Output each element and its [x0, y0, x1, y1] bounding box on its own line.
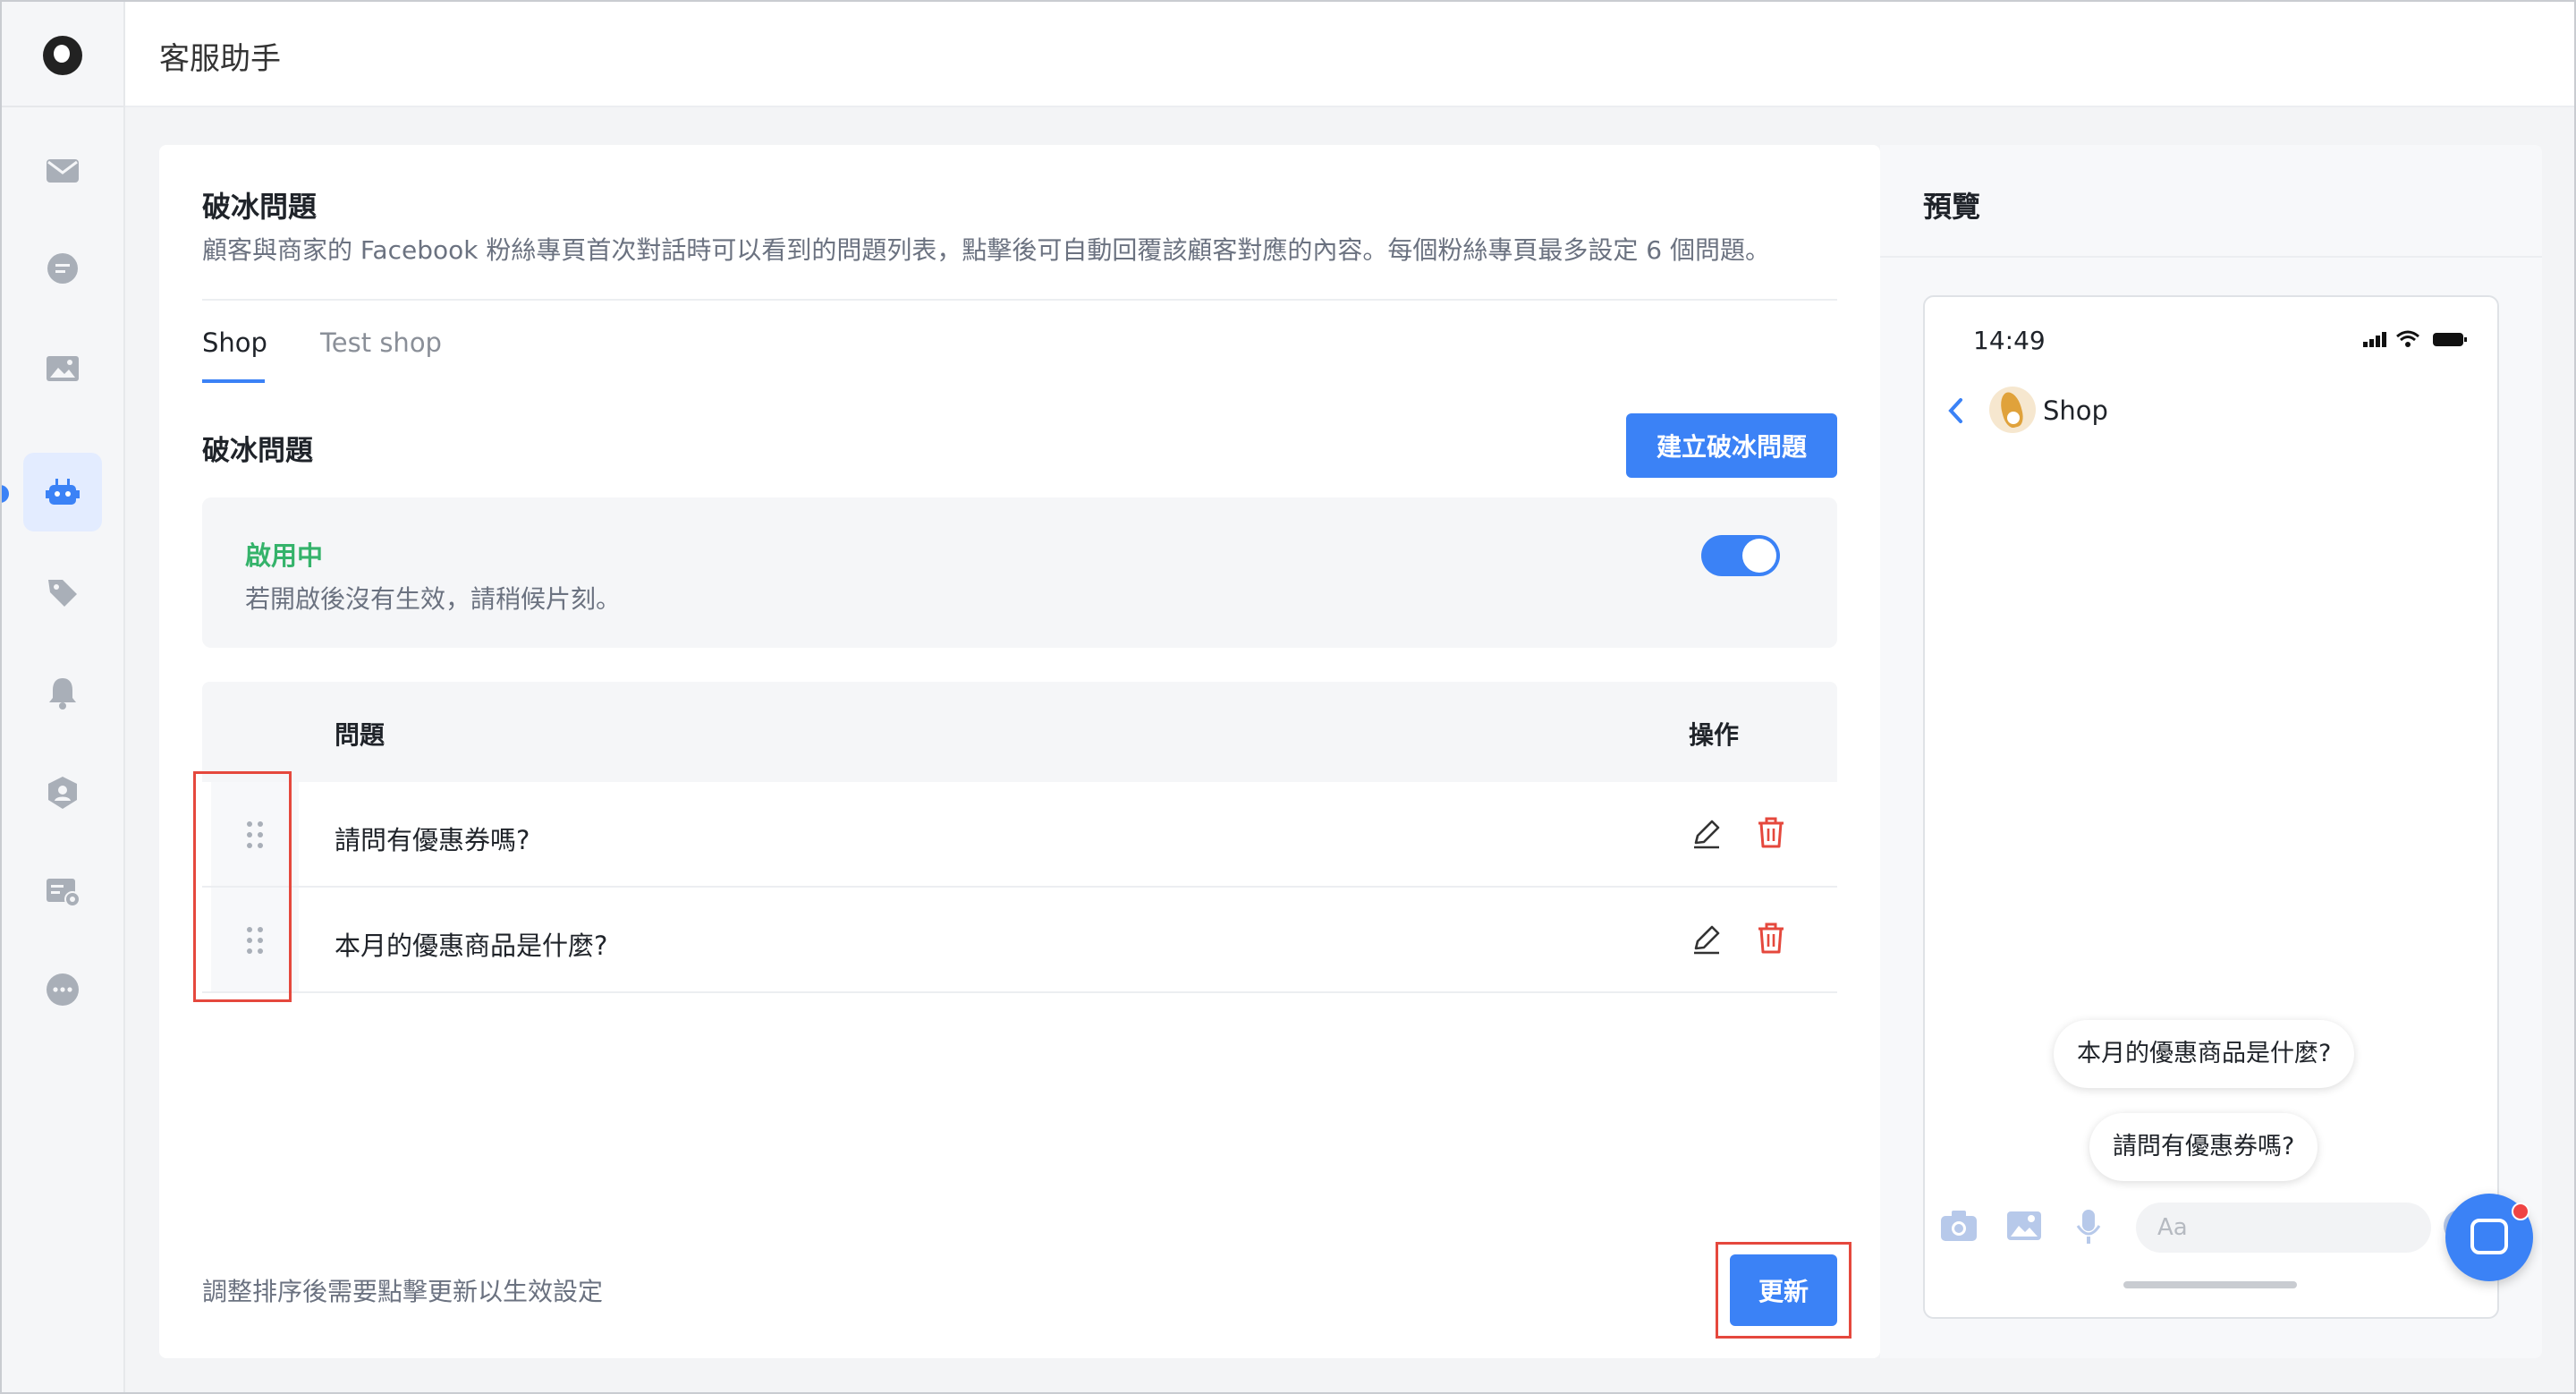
home-indicator [2123, 1281, 2297, 1288]
update-button-highlight [1716, 1242, 1852, 1339]
phone-mockup: 14:49 Shop 本月的優惠商品是什麼? 請問有優惠券嗎? Aa [1923, 295, 2499, 1319]
page-title: 客服助手 [159, 41, 281, 77]
chat-icon [47, 253, 78, 284]
sidebar-item-chat[interactable] [23, 229, 102, 308]
shop-name: Shop [2043, 395, 2108, 426]
robot-icon [46, 479, 80, 505]
preview-title: 預覽 [1923, 190, 1981, 224]
camera-icon[interactable] [1939, 1208, 1979, 1244]
shop-avatar [1989, 387, 2036, 433]
question-text: 請問有優惠券嗎? [335, 825, 530, 855]
sidebar-item-settings[interactable] [23, 852, 102, 931]
sidebar [2, 2, 125, 1392]
column-header-question: 問題 [335, 720, 386, 750]
sidebar-item-bot[interactable] [23, 453, 102, 531]
notification-dot [2512, 1203, 2529, 1220]
composer-bar: Aa [1925, 1192, 2497, 1263]
sidebar-item-notifications[interactable] [23, 653, 102, 732]
sidebar-item-users[interactable] [23, 753, 102, 832]
app-window: 客服助手 破冰問題 顧客與商家的 Facebook 粉絲專頁首次對話時可以看到的… [0, 0, 2576, 1394]
card-title: 破冰問題 [202, 190, 318, 224]
table-row: 請問有優惠券嗎? [202, 782, 1837, 888]
status-label: 啟用中 [245, 540, 324, 571]
ice-breaker-chip[interactable]: 本月的優惠商品是什麼? [2054, 1020, 2355, 1088]
top-header: 客服助手 [125, 2, 2574, 107]
ice-breaker-chip[interactable]: 請問有優惠券嗎? [2089, 1113, 2318, 1181]
back-chevron-icon[interactable] [1946, 397, 1964, 424]
bell-icon [49, 678, 76, 710]
sidebar-item-media[interactable] [23, 329, 102, 408]
input-placeholder: Aa [2157, 1214, 2188, 1241]
tag-icon [48, 580, 77, 607]
chat-bubble-icon [2470, 1219, 2508, 1254]
sidebar-divider [2, 106, 123, 107]
status-hint: 若開啟後沒有生效，請稍候片刻。 [245, 584, 622, 614]
table-header: 問題 操作 [202, 682, 1837, 782]
tab-test-shop[interactable]: Test shop [320, 327, 442, 358]
questions-table: 問題 操作 請問有優惠券嗎? 本月的優惠商品是什麼? [202, 682, 1837, 993]
sidebar-item-tags[interactable] [23, 553, 102, 632]
preview-divider [1880, 256, 2542, 258]
card-description: 顧客與商家的 Facebook 粉絲專頁首次對話時可以看到的問題列表，點擊後可自… [202, 235, 1770, 265]
app-logo[interactable] [43, 36, 82, 75]
delete-icon[interactable] [1753, 814, 1789, 850]
toggle-knob [1742, 539, 1776, 573]
gallery-icon[interactable] [2005, 1208, 2043, 1244]
support-chat-button[interactable] [2445, 1194, 2533, 1281]
section-title: 破冰問題 [202, 435, 313, 467]
sidebar-item-inbox[interactable] [23, 131, 102, 209]
card-divider [202, 299, 1837, 301]
question-text: 本月的優惠商品是什麼? [335, 931, 608, 961]
preview-panel: 預覽 14:49 Shop 本月的優惠商品是什麼? 請問有優惠券嗎? Aa [1880, 145, 2542, 1358]
drag-handles-highlight [193, 771, 292, 1002]
delete-icon[interactable] [1753, 920, 1789, 956]
ice-breaker-card: 破冰問題 顧客與商家的 Facebook 粉絲專頁首次對話時可以看到的問題列表，… [159, 145, 1880, 1358]
card-settings-icon [47, 879, 80, 907]
more-icon [47, 973, 79, 1006]
microphone-icon[interactable] [2075, 1208, 2102, 1245]
user-shield-icon [48, 777, 77, 809]
table-row: 本月的優惠商品是什麼? [202, 888, 1837, 993]
image-icon [47, 356, 79, 381]
active-indicator [2, 485, 9, 503]
edit-icon[interactable] [1689, 816, 1724, 852]
column-header-actions: 操作 [1689, 720, 1740, 750]
phone-time: 14:49 [1973, 326, 2046, 355]
mail-icon [47, 159, 79, 183]
status-panel: 啟用中 若開啟後沒有生效，請稍候片刻。 [202, 497, 1837, 648]
tab-shop[interactable]: Shop [202, 327, 267, 358]
status-bar-icons [2363, 330, 2467, 347]
edit-icon[interactable] [1689, 922, 1724, 957]
active-tab-indicator [202, 379, 265, 383]
footer-hint: 調整排序後需要點擊更新以生效設定 [202, 1277, 604, 1306]
sidebar-item-more[interactable] [23, 950, 102, 1029]
enable-toggle[interactable] [1701, 535, 1780, 576]
message-input[interactable]: Aa [2136, 1203, 2431, 1253]
create-ice-breaker-button[interactable]: 建立破冰問題 [1626, 413, 1837, 478]
